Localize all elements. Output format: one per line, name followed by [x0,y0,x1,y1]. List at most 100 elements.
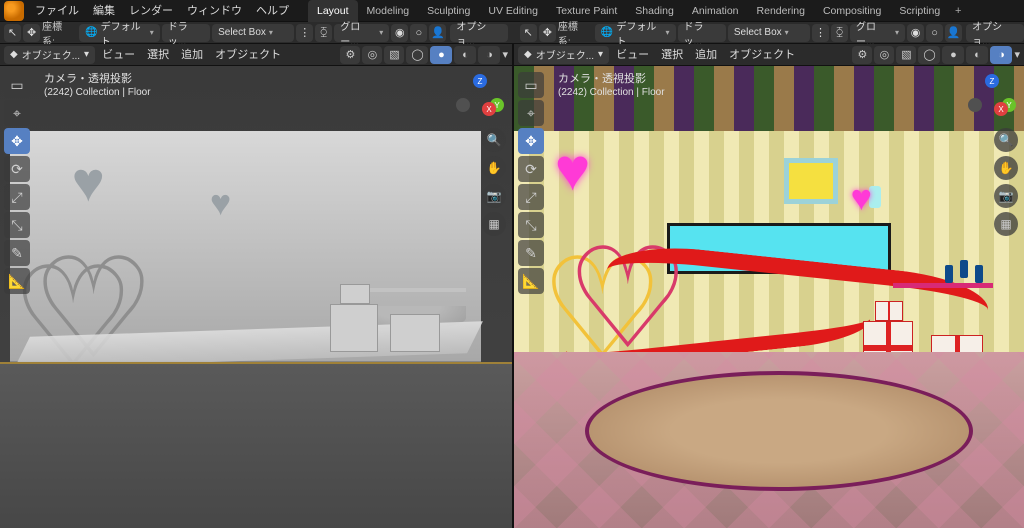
move-gizmo-icon[interactable]: ✥ [23,24,40,42]
shading-wireframe[interactable]: ◯ [406,46,428,64]
cursor-icon[interactable]: ↖ [4,24,21,42]
camera-view-button[interactable]: 📷 [482,184,506,208]
pivot-dropdown[interactable]: ◉ [391,24,408,42]
options-dropdown-left[interactable]: オプショ... [450,24,508,42]
xray-toggle-icon[interactable]: ▧ [384,46,404,64]
shading-material-r[interactable]: ◐ [966,46,988,64]
select-mode-label: Select Box [218,27,266,38]
drag-label-r: ドラッ... [684,18,720,48]
transform-orientation-dropdown[interactable]: グロー... ▾ [334,24,389,42]
grid-view-button[interactable]: ▦ [482,212,506,236]
nav-gizmo-left[interactable]: Z Y X [456,74,504,122]
editor-type-dropdown[interactable]: ◆ オブジェク... ▾ [4,46,95,64]
tool-measure[interactable]: 📐 [4,268,30,294]
pan-button-r[interactable]: ✋ [994,156,1018,180]
toolbar-left: ▭ ⌖ ✥ ⟳ ⤢ ⤡ ✎ 📐 [4,72,30,294]
viewport-split: ◆ オブジェク... ▾ ビュー 選択 追加 オブジェクト ⚙ ◎ ▧ ◯ ● … [0,44,1024,528]
axis-z-r[interactable]: Z [985,74,999,88]
chevron-down-icon: ▾ [666,28,670,37]
tool-select-box-r[interactable]: ▭ [518,72,544,98]
move-gizmo-icon-r[interactable]: ✥ [539,24,556,42]
tool-scale-r[interactable]: ⤢ [518,184,544,210]
pivot-dropdown-r[interactable]: ◉ [907,24,924,42]
axis-x[interactable]: X [482,102,496,116]
tool-transform[interactable]: ⤡ [4,212,30,238]
shading-solid[interactable]: ● [430,46,452,64]
overlay-toggle-icon-r[interactable]: ◎ [874,46,894,64]
tool-annotate[interactable]: ✎ [4,240,30,266]
chevron-down-icon[interactable]: ▾ [502,48,508,61]
proportional-edit-icon[interactable]: ○ [410,24,427,42]
magnet-icon-r[interactable]: ⧲ [831,24,848,42]
add-menu-r[interactable]: 追加 [690,44,722,66]
add-menu[interactable]: 追加 [176,44,208,66]
view-menu-r[interactable]: ビュー [611,44,654,66]
tool-rotate[interactable]: ⟳ [4,156,30,182]
proportional-edit-icon-r[interactable]: ○ [926,24,943,42]
pan-button[interactable]: ✋ [482,156,506,180]
nav-gizmo-right[interactable]: Z Y X [968,74,1016,122]
overlay-toggle-icon[interactable]: ◎ [362,46,382,64]
chevron-down-icon: ▾ [785,28,789,37]
axis-x-r[interactable]: X [994,102,1008,116]
axis-neg-y[interactable] [456,98,470,112]
orientation-dropdown-r[interactable]: 🌐 デフォルト ▾ [595,24,676,42]
tool-cursor[interactable]: ⌖ [4,100,30,126]
toolbar-right: ▭ ⌖ ✥ ⟳ ⤢ ⤡ ✎ 📐 [518,72,544,294]
tab-scripting[interactable]: Scripting [890,0,949,22]
view-menu[interactable]: ビュー [97,44,140,66]
shading-wireframe-r[interactable]: ◯ [918,46,940,64]
axis-neg-y-r[interactable] [968,98,982,112]
tool-cursor-r[interactable]: ⌖ [518,100,544,126]
tool-move[interactable]: ✥ [4,128,30,154]
person-icon[interactable]: 👤 [429,24,446,42]
zoom-button-r[interactable]: 🔍 [994,128,1018,152]
viewport-canvas-right[interactable]: ♥ ♥ ♡ ♡ [514,66,1024,528]
options-dropdown-right[interactable]: オプショ... [966,24,1024,42]
magnet-icon[interactable]: ⧲ [315,24,332,42]
transform-orientation-dropdown-r[interactable]: グロー... ▾ [850,24,905,42]
tool-move-r[interactable]: ✥ [518,128,544,154]
overlay-collection-r: (2242) Collection | Floor [558,86,665,100]
person-icon-r[interactable]: 👤 [945,24,962,42]
shading-rendered[interactable]: ◑ [478,46,500,64]
select-mode-dropdown-r[interactable]: Select Box ▾ [728,24,810,42]
camera-view-button-r[interactable]: 📷 [994,184,1018,208]
object-menu[interactable]: オブジェクト [210,44,286,66]
tool-scale[interactable]: ⤢ [4,184,30,210]
cursor-icon-r[interactable]: ↖ [520,24,537,42]
gizmo-toggle-icon-r[interactable]: ⚙ [852,46,872,64]
select-menu-r[interactable]: 選択 [656,44,688,66]
shading-solid-r[interactable]: ● [942,46,964,64]
menu-help[interactable]: ヘルプ [249,0,296,22]
grid-view-button-r[interactable]: ▦ [994,212,1018,236]
viewport-canvas-left[interactable]: ♥ ♥ ♡ ♡ [0,66,512,528]
drag-dropdown-r[interactable]: ドラッ... [678,24,726,42]
viewport-right[interactable]: ◆ オブジェク... ▾ ビュー 選択 追加 オブジェクト ⚙ ◎ ▧ ◯ ● … [512,44,1024,528]
gizmo-toggle-icon[interactable]: ⚙ [340,46,360,64]
chevron-down-icon[interactable]: ▾ [1014,48,1020,61]
select-menu[interactable]: 選択 [142,44,174,66]
drag-dropdown[interactable]: ドラッ... [162,24,210,42]
tab-add[interactable]: + [949,0,967,22]
nav-buttons-right: 🔍 ✋ 📷 ▦ [994,128,1018,236]
coord-sys-label-r: 座標系: [558,18,593,48]
shading-rendered-r[interactable]: ◑ [990,46,1012,64]
shading-material[interactable]: ◐ [454,46,476,64]
zoom-button[interactable]: 🔍 [482,128,506,152]
orientation-dropdown[interactable]: 🌐 デフォルト ▾ [79,24,160,42]
editor-type-dropdown-r[interactable]: ◆ オブジェク... ▾ [518,46,609,64]
select-mode-dropdown[interactable]: Select Box ▾ [212,24,294,42]
xray-toggle-icon-r[interactable]: ▧ [896,46,916,64]
viewport-left[interactable]: ◆ オブジェク... ▾ ビュー 選択 追加 オブジェクト ⚙ ◎ ▧ ◯ ● … [0,44,512,528]
object-menu-r[interactable]: オブジェクト [724,44,800,66]
tool-measure-r[interactable]: 📐 [518,268,544,294]
snap-separator-icon-r: ⋮ [812,24,829,42]
viewport-overlay-text-left: カメラ・透視投影 (2242) Collection | Floor [44,72,151,100]
axis-z[interactable]: Z [473,74,487,88]
tool-annotate-r[interactable]: ✎ [518,240,544,266]
tool-transform-r[interactable]: ⤡ [518,212,544,238]
tool-rotate-r[interactable]: ⟳ [518,156,544,182]
tab-rendering[interactable]: Rendering [748,0,814,22]
tool-select-box[interactable]: ▭ [4,72,30,98]
